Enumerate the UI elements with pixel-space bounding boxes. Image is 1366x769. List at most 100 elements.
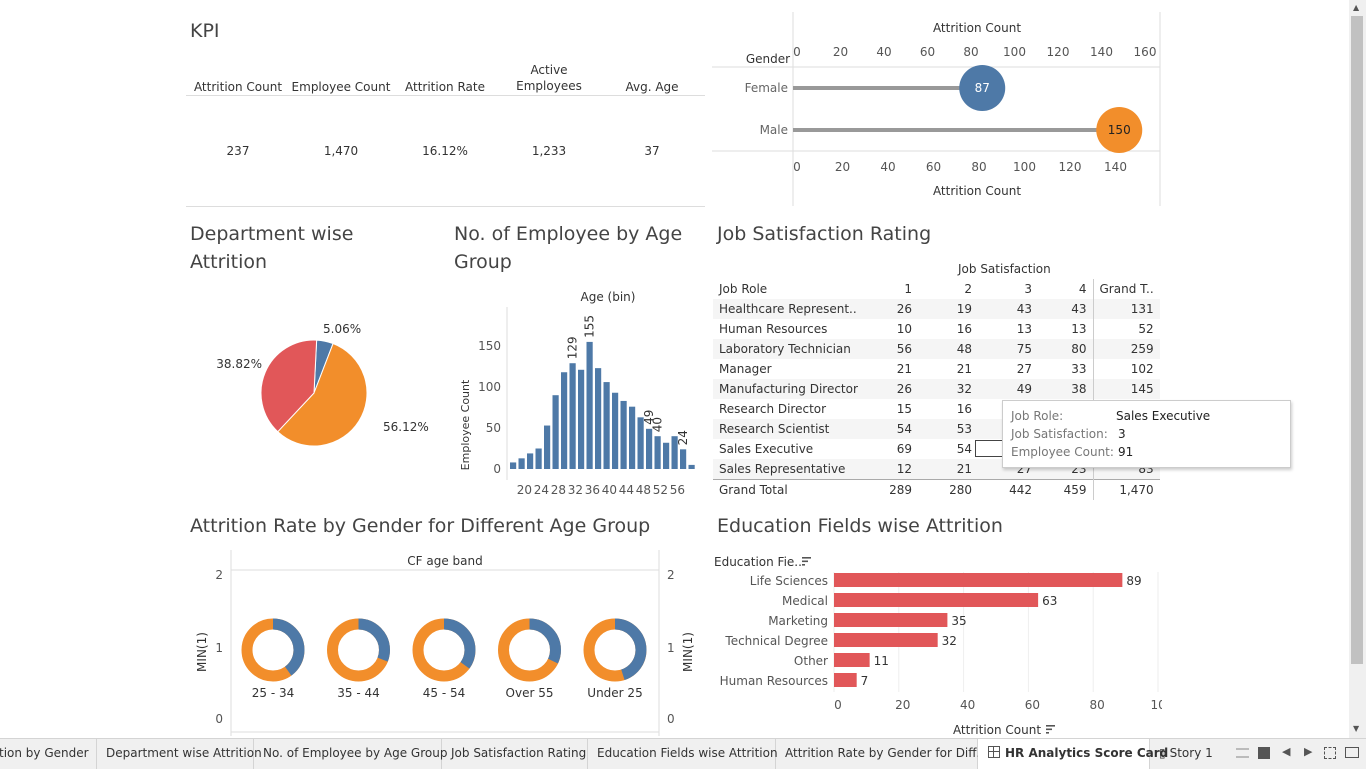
gender-bottom-tick: 140 [1104, 160, 1127, 174]
donut-band-label: 45 - 54 [423, 686, 466, 700]
tab-department-wise-attrition[interactable]: Department wise Attrition [97, 739, 262, 769]
job-value-cell[interactable]: 13 [1038, 319, 1093, 339]
gender-top-tick: 20 [833, 45, 848, 59]
tab-hr-analytics-score-card[interactable]: HR Analytics Score Card [978, 739, 1168, 769]
job-value-cell[interactable]: 75 [978, 339, 1038, 359]
job-value-cell[interactable]: 16 [918, 399, 978, 419]
edu-bar [834, 673, 857, 687]
job-value-cell[interactable]: 15 [873, 399, 918, 419]
job-value-cell[interactable]: 53 [918, 419, 978, 439]
age-x-tick: 56 [670, 483, 685, 497]
donut-band-label: Under 25 [587, 686, 642, 700]
job-value-cell[interactable]: 259 [1092, 339, 1160, 359]
tab-education-fields-wise-attrition[interactable]: Education Fields wise Attrition [588, 739, 778, 769]
gender-age-y-tick-left: 1 [215, 641, 223, 655]
job-value-cell[interactable]: 21 [918, 359, 978, 379]
scroll-down-icon[interactable]: ▼ [1353, 724, 1359, 733]
job-role-cell: Research Director [719, 402, 827, 416]
job-value-cell[interactable]: 49 [978, 379, 1038, 399]
job-value-cell[interactable]: 43 [978, 299, 1038, 319]
gender-bottom-tick: 0 [793, 160, 801, 174]
table-row[interactable]: Manager 21 21 27 33 102 [713, 359, 1160, 379]
kpi-header: Employee Count [291, 80, 391, 94]
vertical-scrollbar[interactable]: ▲ ▼ [1349, 0, 1366, 738]
job-value-cell[interactable]: 131 [1092, 299, 1160, 319]
scrollbar-thumb[interactable] [1351, 16, 1363, 664]
age-y-tick: 50 [486, 421, 501, 435]
age-title: No. of Employee by Age Group [454, 223, 683, 273]
show-tabs-icon[interactable] [1258, 747, 1270, 759]
job-value-cell[interactable]: 26 [873, 379, 918, 399]
table-row[interactable]: Human Resources 10 16 13 13 52 [713, 319, 1160, 339]
next-sheet-icon[interactable]: ▶ [1304, 745, 1312, 758]
gender-dim-header: Gender [746, 52, 790, 66]
job-value-cell[interactable]: 442 [978, 479, 1038, 500]
table-row[interactable]: Healthcare Represent.. 26 19 43 43 131 [713, 299, 1160, 319]
table-row[interactable]: Laboratory Technician 56 48 75 80 259 [713, 339, 1160, 359]
kpi-header-rule [186, 95, 705, 96]
job-value-cell[interactable]: 16 [918, 319, 978, 339]
job-value-cell[interactable]: 33 [1038, 359, 1093, 379]
job-value-cell[interactable]: 56 [873, 339, 918, 359]
age-ylabel: Employee Count [459, 379, 472, 470]
scroll-up-icon[interactable]: ▲ [1353, 3, 1359, 12]
job-value-cell[interactable]: 27 [978, 359, 1038, 379]
tab-job-satisfaction-rating[interactable]: Job Satisfaction Rating [442, 739, 588, 769]
story-icon: ▯ [1159, 746, 1166, 760]
gender-lollipop-value: 150 [1108, 123, 1131, 137]
job-value-cell[interactable]: 102 [1092, 359, 1160, 379]
job-value-cell[interactable]: 21 [918, 459, 978, 480]
job-value-cell[interactable]: 10 [873, 319, 918, 339]
edu-row-label: Medical [782, 594, 828, 608]
presentation-mode-icon[interactable] [1345, 747, 1359, 758]
gender-axis-title-top: Attrition Count [933, 21, 1021, 35]
edu-title: Education Fields wise Attrition [717, 515, 1003, 537]
job-value-cell[interactable]: 54 [873, 419, 918, 439]
previous-sheet-icon[interactable]: ◀ [1282, 745, 1290, 758]
kpi-header: Active Employees [516, 63, 582, 93]
fullscreen-icon[interactable] [1324, 747, 1336, 759]
job-col-header: Grand T.. [1092, 279, 1160, 299]
sheet-tab-bar: tion by Gender Department wise Attrition… [0, 738, 1366, 769]
job-value-cell[interactable]: 26 [873, 299, 918, 319]
age-bar [544, 425, 551, 469]
job-value-cell[interactable]: 1,470 [1092, 479, 1160, 500]
table-row[interactable]: Manufacturing Director 26 32 49 38 145 [713, 379, 1160, 399]
age-bar [561, 372, 568, 469]
gender-bottom-tick: 20 [835, 160, 850, 174]
tab-attrition-rate-by-gender[interactable]: Attrition Rate by Gender for Diff... [776, 739, 988, 769]
job-value-cell[interactable]: 145 [1092, 379, 1160, 399]
job-value-cell[interactable]: 459 [1038, 479, 1093, 500]
job-value-cell[interactable]: 12 [873, 459, 918, 480]
gender-top-tick: 100 [1003, 45, 1026, 59]
job-value-cell[interactable]: 69 [873, 439, 918, 459]
grand-total-row[interactable]: Grand Total 289 280 442 459 1,470 [713, 479, 1160, 500]
tooltip-satisfaction-value: 3 [1118, 427, 1126, 441]
gender-top-tick: 40 [876, 45, 891, 59]
job-value-cell[interactable]: 289 [873, 479, 918, 500]
job-value-cell[interactable]: 54 [918, 439, 978, 459]
job-value-cell[interactable]: 38 [1038, 379, 1093, 399]
show-filmstrip-icon[interactable] [1236, 748, 1249, 758]
dashboard-icon [988, 746, 1000, 758]
job-value-cell[interactable]: 32 [918, 379, 978, 399]
job-value-cell[interactable]: 43 [1038, 299, 1093, 319]
job-value-cell[interactable]: 52 [1092, 319, 1160, 339]
age-bar [595, 368, 602, 469]
age-bar [552, 395, 559, 469]
tab-story-1[interactable]: ▯ Story 1 [1150, 739, 1226, 769]
age-bar [510, 462, 517, 469]
job-value-cell[interactable]: 280 [918, 479, 978, 500]
edu-bar-value: 63 [1042, 594, 1057, 608]
edu-bar [834, 633, 938, 647]
tab-employee-by-age-group[interactable]: No. of Employee by Age Group [254, 739, 447, 769]
job-value-cell[interactable]: 19 [918, 299, 978, 319]
gender-age-y-tick-right: 2 [667, 568, 675, 582]
job-value-cell[interactable]: 48 [918, 339, 978, 359]
job-value-cell[interactable]: 80 [1038, 339, 1093, 359]
tab-attrition-by-gender[interactable]: tion by Gender [0, 739, 97, 769]
job-value-cell[interactable]: 21 [873, 359, 918, 379]
age-bar [535, 448, 542, 469]
age-header: Age (bin) [581, 290, 636, 304]
job-value-cell[interactable]: 13 [978, 319, 1038, 339]
